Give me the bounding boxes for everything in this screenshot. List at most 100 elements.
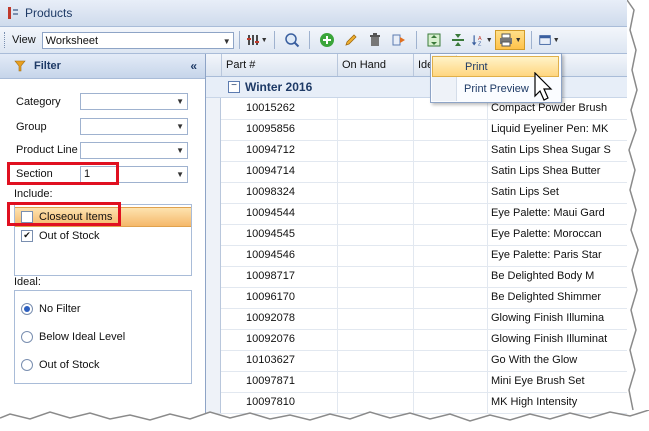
cell-ideal [414,182,488,203]
table-row[interactable]: 10096170 Be Delighted Shimmer [206,287,640,309]
cell-part-number: 10098324 [222,182,338,203]
sort-icon: AZ [471,35,482,47]
cell-on-hand [338,266,414,287]
row-indicator[interactable] [206,182,221,203]
column-header-on-hand[interactable]: On Hand [338,54,414,76]
ideal-label: Ideal: [14,276,41,288]
cell-part-number: 10094714 [222,161,338,182]
collapse-button[interactable] [447,30,469,50]
chevron-down-icon: ▼ [485,36,493,44]
table-row[interactable]: 10094546 Eye Palette: Paris Star [206,245,640,267]
row-indicator[interactable] [206,224,221,245]
table-row[interactable]: 10095856 Liquid Eyeliner Pen: MK [206,119,640,141]
table-row[interactable]: 10094712 Satin Lips Shea Sugar S [206,140,640,162]
cell-description: Be Delighted Shimmer [491,291,602,303]
toolbar-grip[interactable] [4,32,8,48]
ideal-option-below-ideal[interactable]: Below Ideal Level [15,323,191,351]
row-indicator[interactable] [206,245,221,266]
table-row[interactable]: 10098717 Be Delighted Body M [206,266,640,288]
products-grid: Part # On Hand Ide − Winter 2016 1001526… [206,54,640,431]
delete-button[interactable] [364,30,386,50]
table-row[interactable]: 10092076 Glowing Finish Illuminat [206,329,640,351]
table-row[interactable]: 10094714 Satin Lips Shea Butter [206,161,640,183]
chevron-down-icon[interactable]: ▼ [176,119,184,134]
cell-part-number: 10092078 [222,308,338,329]
table-row[interactable]: 10092078 Glowing Finish Illumina [206,308,640,330]
cell-ideal [414,245,488,266]
radio-icon[interactable] [21,303,33,315]
radio-icon[interactable] [21,331,33,343]
chevron-down-icon[interactable]: ▼ [176,143,184,158]
row-indicator[interactable] [206,98,221,119]
row-indicator[interactable] [206,161,221,182]
row-indicator[interactable] [206,203,221,224]
cell-description: Eye Palette: Paris Star [491,249,602,261]
print-button[interactable]: ▼ [494,30,525,50]
view-select-value: Worksheet [45,34,99,47]
toolbar-separator [530,31,532,49]
cell-part-number: 10097871 [222,371,338,392]
out-of-stock-checkbox[interactable]: ✔ Out of Stock [15,227,191,245]
row-indicator[interactable] [206,287,221,308]
radio-icon[interactable] [21,359,33,371]
table-row[interactable]: 10098324 Satin Lips Set [206,182,640,204]
cell-part-number: 10098717 [222,266,338,287]
cell-on-hand [338,140,414,161]
cell-description: Eye Palette: Moroccan [491,228,602,240]
chevron-down-icon[interactable]: ▼ [176,167,184,182]
collapse-panel-button[interactable]: « [190,59,197,73]
category-combo[interactable]: ▼ [80,93,188,110]
table-row[interactable]: 10097871 Mini Eye Brush Set [206,371,640,393]
column-header-part[interactable]: Part # [222,54,338,76]
collapse-icon [451,34,464,46]
layout-button[interactable]: ▼ [538,30,560,50]
filter-title: Filter [34,60,61,72]
cell-ideal [414,119,488,140]
table-row[interactable]: 10103627 Go With the Glow [206,350,640,372]
export-button[interactable] [388,30,410,50]
chevron-down-icon: ▼ [552,36,560,44]
expand-button[interactable] [423,30,445,50]
row-indicator[interactable] [206,308,221,329]
ideal-option-label: Below Ideal Level [39,331,126,343]
row-indicator[interactable] [206,350,221,371]
cell-on-hand [338,224,414,245]
table-row[interactable]: 10094545 Eye Palette: Moroccan [206,224,640,246]
group-combo[interactable]: ▼ [80,118,188,135]
search-button[interactable] [281,30,303,50]
checkmark-icon[interactable]: ✔ [21,230,33,242]
cell-ideal [414,329,488,350]
row-indicator[interactable] [206,329,221,350]
row-indicator[interactable] [206,266,221,287]
sort-button[interactable]: AZ ▼ [471,30,493,50]
search-icon [284,33,299,48]
ideal-option-out-of-stock[interactable]: Out of Stock [15,351,191,379]
ideal-option-no-filter[interactable]: No Filter [15,295,191,323]
table-row[interactable]: 10015262 Compact Powder Brush [206,98,640,120]
annotation-highlight-section [7,162,119,185]
collapse-group-icon[interactable]: − [228,81,240,93]
edit-icon [345,34,357,46]
cell-part-number: 10103627 [222,350,338,371]
group-title: Winter 2016 [245,80,313,94]
category-label: Category [16,96,61,108]
group-row[interactable]: − Winter 2016 [206,77,640,98]
table-row[interactable]: 10094544 Eye Palette: Maui Gard [206,203,640,225]
cell-on-hand [338,329,414,350]
columns-icon [246,35,259,45]
columns-button[interactable]: ▼ [246,30,268,50]
cell-description: Glowing Finish Illuminat [491,333,608,345]
row-indicator[interactable] [206,371,221,392]
edit-button[interactable] [340,30,362,50]
expand-icon [427,33,441,47]
row-indicator[interactable] [206,119,221,140]
view-select[interactable]: Worksheet ▼ [41,31,234,50]
cell-ideal [414,140,488,161]
add-button[interactable] [316,30,338,50]
row-indicator-header [206,54,222,76]
chevron-down-icon[interactable]: ▼ [176,94,184,109]
row-indicator[interactable] [206,140,221,161]
chevron-down-icon[interactable]: ▼ [223,33,231,50]
cell-on-hand [338,119,414,140]
product-line-combo[interactable]: ▼ [80,142,188,159]
